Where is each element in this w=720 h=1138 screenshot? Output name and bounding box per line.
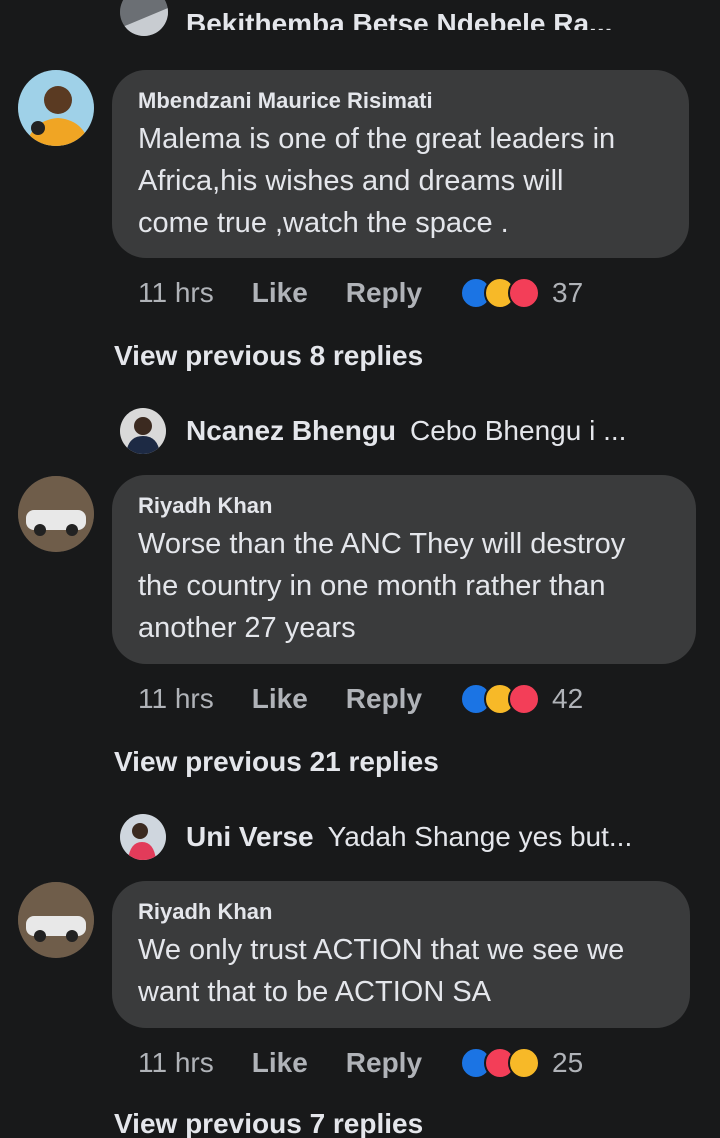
avatar[interactable] <box>120 0 168 36</box>
comment-author[interactable]: Riyadh Khan <box>138 899 664 925</box>
view-previous-replies[interactable]: View previous 8 replies <box>114 340 423 372</box>
view-previous-replies[interactable]: View previous 7 replies <box>114 1108 423 1138</box>
avatar[interactable] <box>120 814 166 860</box>
comment-actions: 11 hrs Like Reply 42 <box>138 679 583 719</box>
reply-button[interactable]: Reply <box>346 679 422 719</box>
like-button[interactable]: Like <box>252 1043 308 1083</box>
reply-preview[interactable]: Uni Verse Yadah Shange yes but... <box>120 812 632 862</box>
like-button[interactable]: Like <box>252 273 308 313</box>
comment-author[interactable]: Mbendzani Maurice Risimati <box>138 88 663 114</box>
reactions[interactable] <box>460 277 541 309</box>
reply-snippet: Cebo Bhengu i ... <box>410 415 627 446</box>
timestamp[interactable]: 11 hrs <box>138 1043 214 1083</box>
reply-button[interactable]: Reply <box>346 1043 422 1083</box>
comment-line: another 27 years <box>138 612 356 644</box>
comment-line: the country in one month rather than <box>138 570 606 602</box>
avatar[interactable] <box>18 882 94 958</box>
reply-author[interactable]: Uni Verse <box>186 821 314 853</box>
view-previous-replies[interactable]: View previous 21 replies <box>114 746 439 778</box>
reply-preview-cut[interactable]: Bekithemba Betse Ndebele Ra... <box>186 8 612 30</box>
comment-line: Malema is one of the great leaders in <box>138 123 616 155</box>
comment-line: Worse than the ANC They will destroy <box>138 528 626 560</box>
reaction-count[interactable]: 37 <box>552 273 583 313</box>
comment-line: come true ,watch the space . <box>138 207 509 239</box>
avatar[interactable] <box>18 70 94 146</box>
comment-actions: 11 hrs Like Reply 37 <box>138 273 583 313</box>
timestamp[interactable]: 11 hrs <box>138 679 214 719</box>
haha-reaction-icon <box>508 1047 541 1079</box>
comment-text: We only trust ACTION that we see we want… <box>138 929 664 1013</box>
comment-actions: 11 hrs Like Reply 25 <box>138 1043 583 1083</box>
reaction-count[interactable]: 25 <box>552 1043 583 1083</box>
reply-snippet: Yadah Shange yes but... <box>327 821 633 852</box>
comment-text: Malema is one of the great leaders in Af… <box>138 118 663 244</box>
comment-author[interactable]: Riyadh Khan <box>138 493 670 519</box>
reactions[interactable] <box>460 1047 541 1079</box>
avatar[interactable] <box>120 408 166 454</box>
comment-bubble[interactable]: Mbendzani Maurice Risimati Malema is one… <box>112 70 689 258</box>
avatar[interactable] <box>18 476 94 552</box>
reply-button[interactable]: Reply <box>346 273 422 313</box>
timestamp[interactable]: 11 hrs <box>138 273 214 313</box>
love-reaction-icon <box>508 683 541 715</box>
love-reaction-icon <box>508 277 541 309</box>
reply-preview[interactable]: Ncanez Bhengu Cebo Bhengu i ... <box>120 406 626 456</box>
reaction-count[interactable]: 42 <box>552 679 583 719</box>
comment-bubble[interactable]: Riyadh Khan We only trust ACTION that we… <box>112 881 690 1028</box>
comment-line: want that to be ACTION SA <box>138 976 491 1008</box>
like-button[interactable]: Like <box>252 679 308 719</box>
comment-line: We only trust ACTION that we see we <box>138 934 625 966</box>
comment-bubble[interactable]: Riyadh Khan Worse than the ANC They will… <box>112 475 696 664</box>
comment-text: Worse than the ANC They will destroy the… <box>138 523 670 649</box>
reactions[interactable] <box>460 683 541 715</box>
comment-line: Africa,his wishes and dreams will <box>138 165 564 197</box>
reply-author[interactable]: Ncanez Bhengu <box>186 415 396 447</box>
